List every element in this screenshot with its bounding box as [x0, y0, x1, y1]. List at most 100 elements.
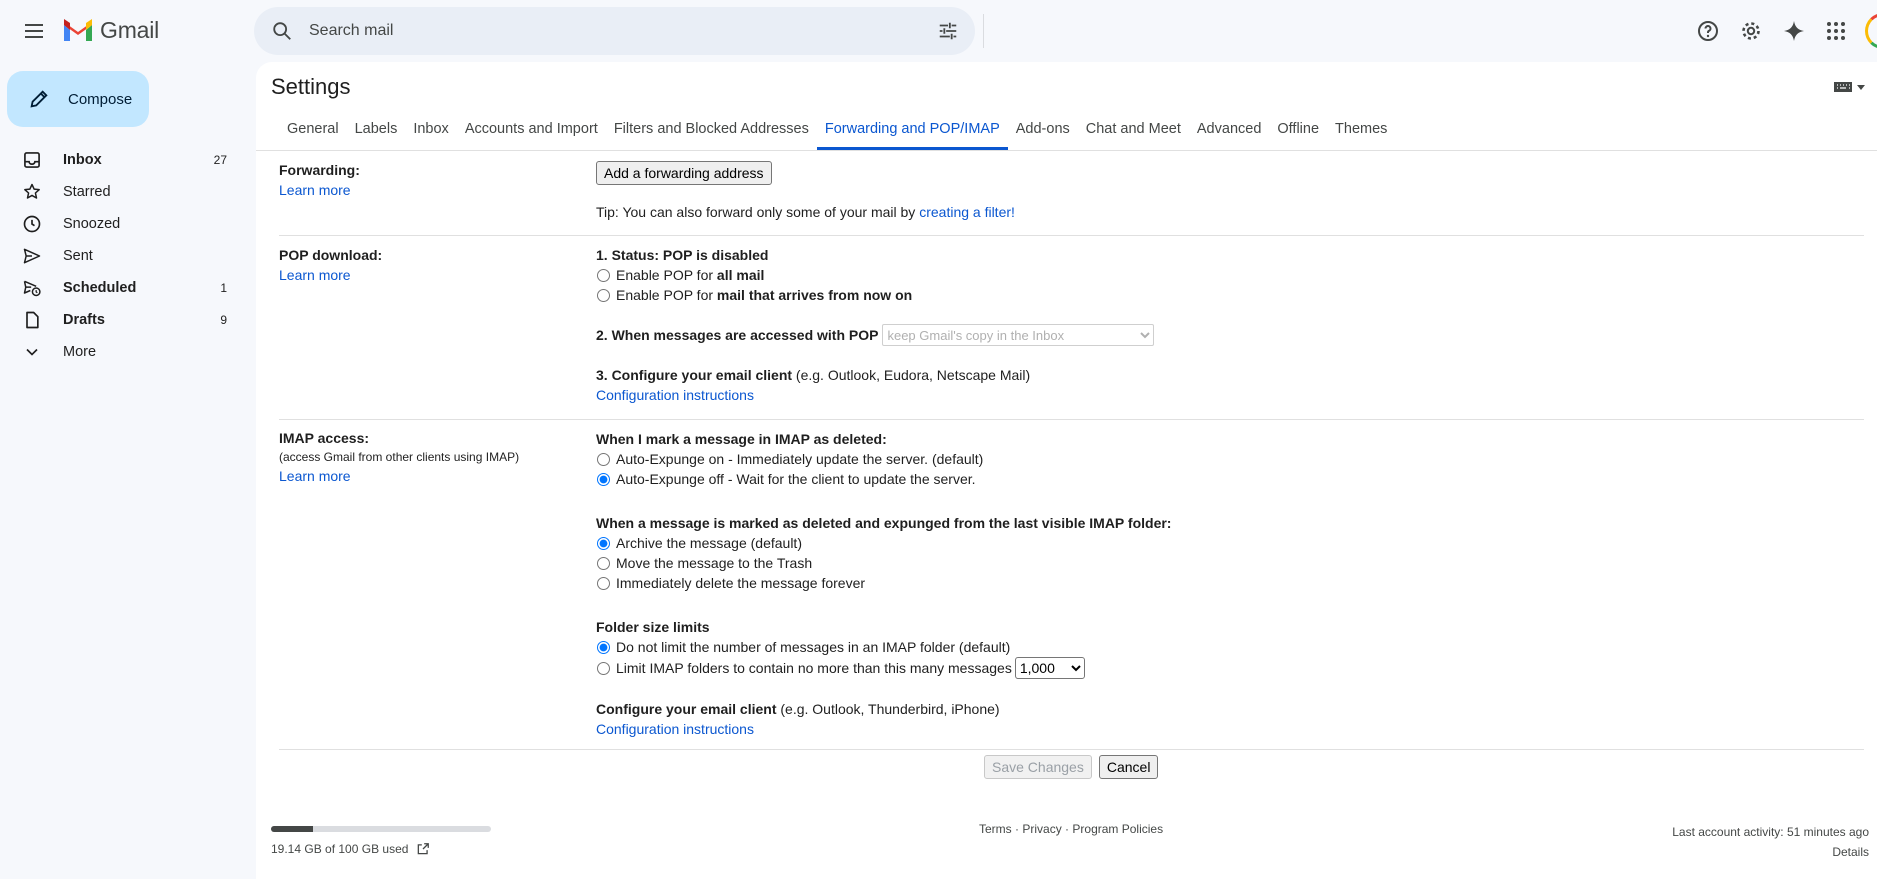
last-activity-text: Last account activity: 51 minutes ago: [1672, 825, 1869, 839]
pop-access-select[interactable]: keep Gmail's copy in the Inbox: [882, 324, 1155, 346]
tab-inbox[interactable]: Inbox: [405, 110, 456, 147]
tab-chat-and-meet[interactable]: Chat and Meet: [1078, 110, 1189, 147]
gmail-logo[interactable]: Gmail: [62, 17, 159, 44]
gemini-sparkle-icon[interactable]: [1776, 13, 1812, 49]
forwarding-label-group: Forwarding: Learn more: [279, 162, 360, 198]
imap-deleted-heading: When I mark a message in IMAP as deleted…: [596, 431, 887, 447]
move-to-trash-option[interactable]: Move the message to the Trash: [596, 553, 1171, 573]
no-folder-limit-radio[interactable]: [597, 640, 610, 654]
no-folder-limit-option[interactable]: Do not limit the number of messages in a…: [596, 637, 1171, 657]
delete-forever-option[interactable]: Immediately delete the message forever: [596, 573, 1171, 593]
pencil-icon: [27, 87, 51, 111]
forwarding-heading: Forwarding:: [279, 162, 360, 178]
account-activity: Last account activity: 51 minutes ago De…: [1672, 822, 1869, 862]
section-divider: [279, 235, 1864, 236]
gmail-wordmark: Gmail: [100, 17, 160, 43]
tab-forwarding-and-pop-imap[interactable]: Forwarding and POP/IMAP: [816, 110, 1008, 150]
auto-expunge-on-radio[interactable]: [597, 452, 610, 466]
sidebar-item-scheduled[interactable]: Scheduled 1: [0, 272, 244, 304]
limit-folder-option[interactable]: Limit IMAP folders to contain no more th…: [596, 657, 1171, 679]
option-label: Enable POP for: [616, 267, 717, 283]
sidebar-item-snoozed[interactable]: Snoozed: [0, 208, 244, 240]
save-changes-button[interactable]: Save Changes: [984, 755, 1092, 779]
search-options-icon[interactable]: [933, 16, 963, 46]
search-input[interactable]: [307, 21, 911, 41]
tab-advanced[interactable]: Advanced: [1189, 110, 1270, 147]
tab-themes[interactable]: Themes: [1327, 110, 1395, 147]
account-avatar[interactable]: [1865, 13, 1877, 49]
unread-count: 27: [213, 153, 227, 167]
sidebar-item-label: Snoozed: [63, 216, 121, 232]
input-tools-toggle[interactable]: [1833, 80, 1865, 94]
forwarding-tip: Tip: You can also forward only some of y…: [596, 202, 1015, 222]
main-menu-icon[interactable]: [16, 13, 52, 49]
forwarding-learn-more-link[interactable]: Learn more: [279, 182, 360, 198]
help-icon[interactable]: [1690, 13, 1726, 49]
imap-configure-label: Configure your email client: [596, 701, 777, 717]
compose-button[interactable]: Compose: [7, 71, 149, 127]
scheduled-send-icon: [22, 278, 42, 298]
pop-from-now-option[interactable]: Enable POP for mail that arrives from no…: [596, 285, 1154, 305]
apps-grid-icon[interactable]: [1818, 13, 1854, 49]
imap-label-group: IMAP access: (access Gmail from other cl…: [279, 430, 519, 484]
delete-forever-radio[interactable]: [597, 576, 610, 590]
cancel-button[interactable]: Cancel: [1098, 755, 1159, 779]
pop-configuration-instructions-link[interactable]: Configuration instructions: [596, 387, 754, 403]
privacy-link[interactable]: Privacy: [1022, 822, 1061, 836]
auto-expunge-off-option[interactable]: Auto-Expunge off - Wait for the client t…: [596, 469, 1171, 489]
tab-add-ons[interactable]: Add-ons: [1008, 110, 1078, 147]
auto-expunge-off-radio[interactable]: [597, 472, 610, 486]
storage-text: 19.14 GB of 100 GB used: [271, 842, 409, 856]
option-label-bold: mail that arrives from now on: [716, 287, 913, 303]
pop-all-mail-option[interactable]: Enable POP for all mail: [596, 265, 1154, 285]
tab-general[interactable]: General: [279, 110, 347, 147]
pop-configure-label: 3. Configure your email client: [596, 367, 793, 383]
archive-message-option[interactable]: Archive the message (default): [596, 533, 1171, 553]
tabs-divider: [256, 150, 1877, 151]
compose-label: Compose: [68, 90, 133, 108]
folder-limit-select[interactable]: 1,000: [1014, 657, 1085, 679]
settings-gear-icon[interactable]: [1733, 13, 1769, 49]
pop-status: 1. Status: POP is disabled: [596, 247, 769, 263]
tab-filters-and-blocked-addresses[interactable]: Filters and Blocked Addresses: [606, 110, 817, 147]
sidebar-item-starred[interactable]: Starred: [0, 176, 244, 208]
creating-filter-link[interactable]: creating a filter!: [919, 204, 1015, 220]
details-link[interactable]: Details: [1832, 845, 1869, 859]
pop-learn-more-link[interactable]: Learn more: [279, 267, 382, 283]
clock-icon: [22, 214, 42, 234]
sidebar-item-label: More: [63, 344, 97, 360]
limit-folder-radio[interactable]: [597, 661, 610, 675]
tab-labels[interactable]: Labels: [347, 110, 406, 147]
sidebar-item-more[interactable]: More: [0, 336, 244, 368]
open-in-new-icon[interactable]: [416, 842, 430, 856]
program-policies-link[interactable]: Program Policies: [1072, 822, 1163, 836]
tab-accounts-and-import[interactable]: Accounts and Import: [457, 110, 606, 147]
sidebar-item-inbox[interactable]: Inbox 27: [0, 144, 244, 176]
tab-offline[interactable]: Offline: [1269, 110, 1327, 147]
star-icon: [22, 182, 42, 202]
imap-configuration-instructions-link[interactable]: Configuration instructions: [596, 721, 754, 737]
pop-all-mail-radio[interactable]: [597, 268, 610, 282]
page-title: Settings: [271, 74, 351, 99]
option-label: Auto-Expunge on - Immediately update the…: [616, 451, 984, 467]
pop-section: 1. Status: POP is disabled Enable POP fo…: [596, 245, 1155, 405]
search-bar: [254, 7, 975, 55]
move-to-trash-radio[interactable]: [597, 556, 610, 570]
add-forwarding-address-button[interactable]: Add a forwarding address: [596, 161, 772, 185]
auto-expunge-on-option[interactable]: Auto-Expunge on - Immediately update the…: [596, 449, 1171, 469]
pop-from-now-radio[interactable]: [597, 288, 610, 302]
folder-size-heading: Folder size limits: [596, 619, 710, 635]
search-icon[interactable]: [267, 16, 297, 46]
archive-message-radio[interactable]: [597, 536, 610, 550]
imap-learn-more-link[interactable]: Learn more: [279, 468, 519, 484]
sidebar-item-sent[interactable]: Sent: [0, 240, 244, 272]
terms-link[interactable]: Terms: [979, 822, 1012, 836]
pop-heading: POP download:: [279, 247, 383, 263]
option-label: Do not limit the number of messages in a…: [616, 639, 1011, 655]
sidebar-item-drafts[interactable]: Drafts 9: [0, 304, 244, 336]
imap-section: When I mark a message in IMAP as deleted…: [596, 429, 1171, 739]
sidebar-item-label: Drafts: [63, 312, 105, 328]
tip-text: Tip: You can also forward only some of y…: [596, 204, 920, 220]
option-label: Enable POP for: [616, 287, 717, 303]
option-label: Move the message to the Trash: [616, 555, 813, 571]
